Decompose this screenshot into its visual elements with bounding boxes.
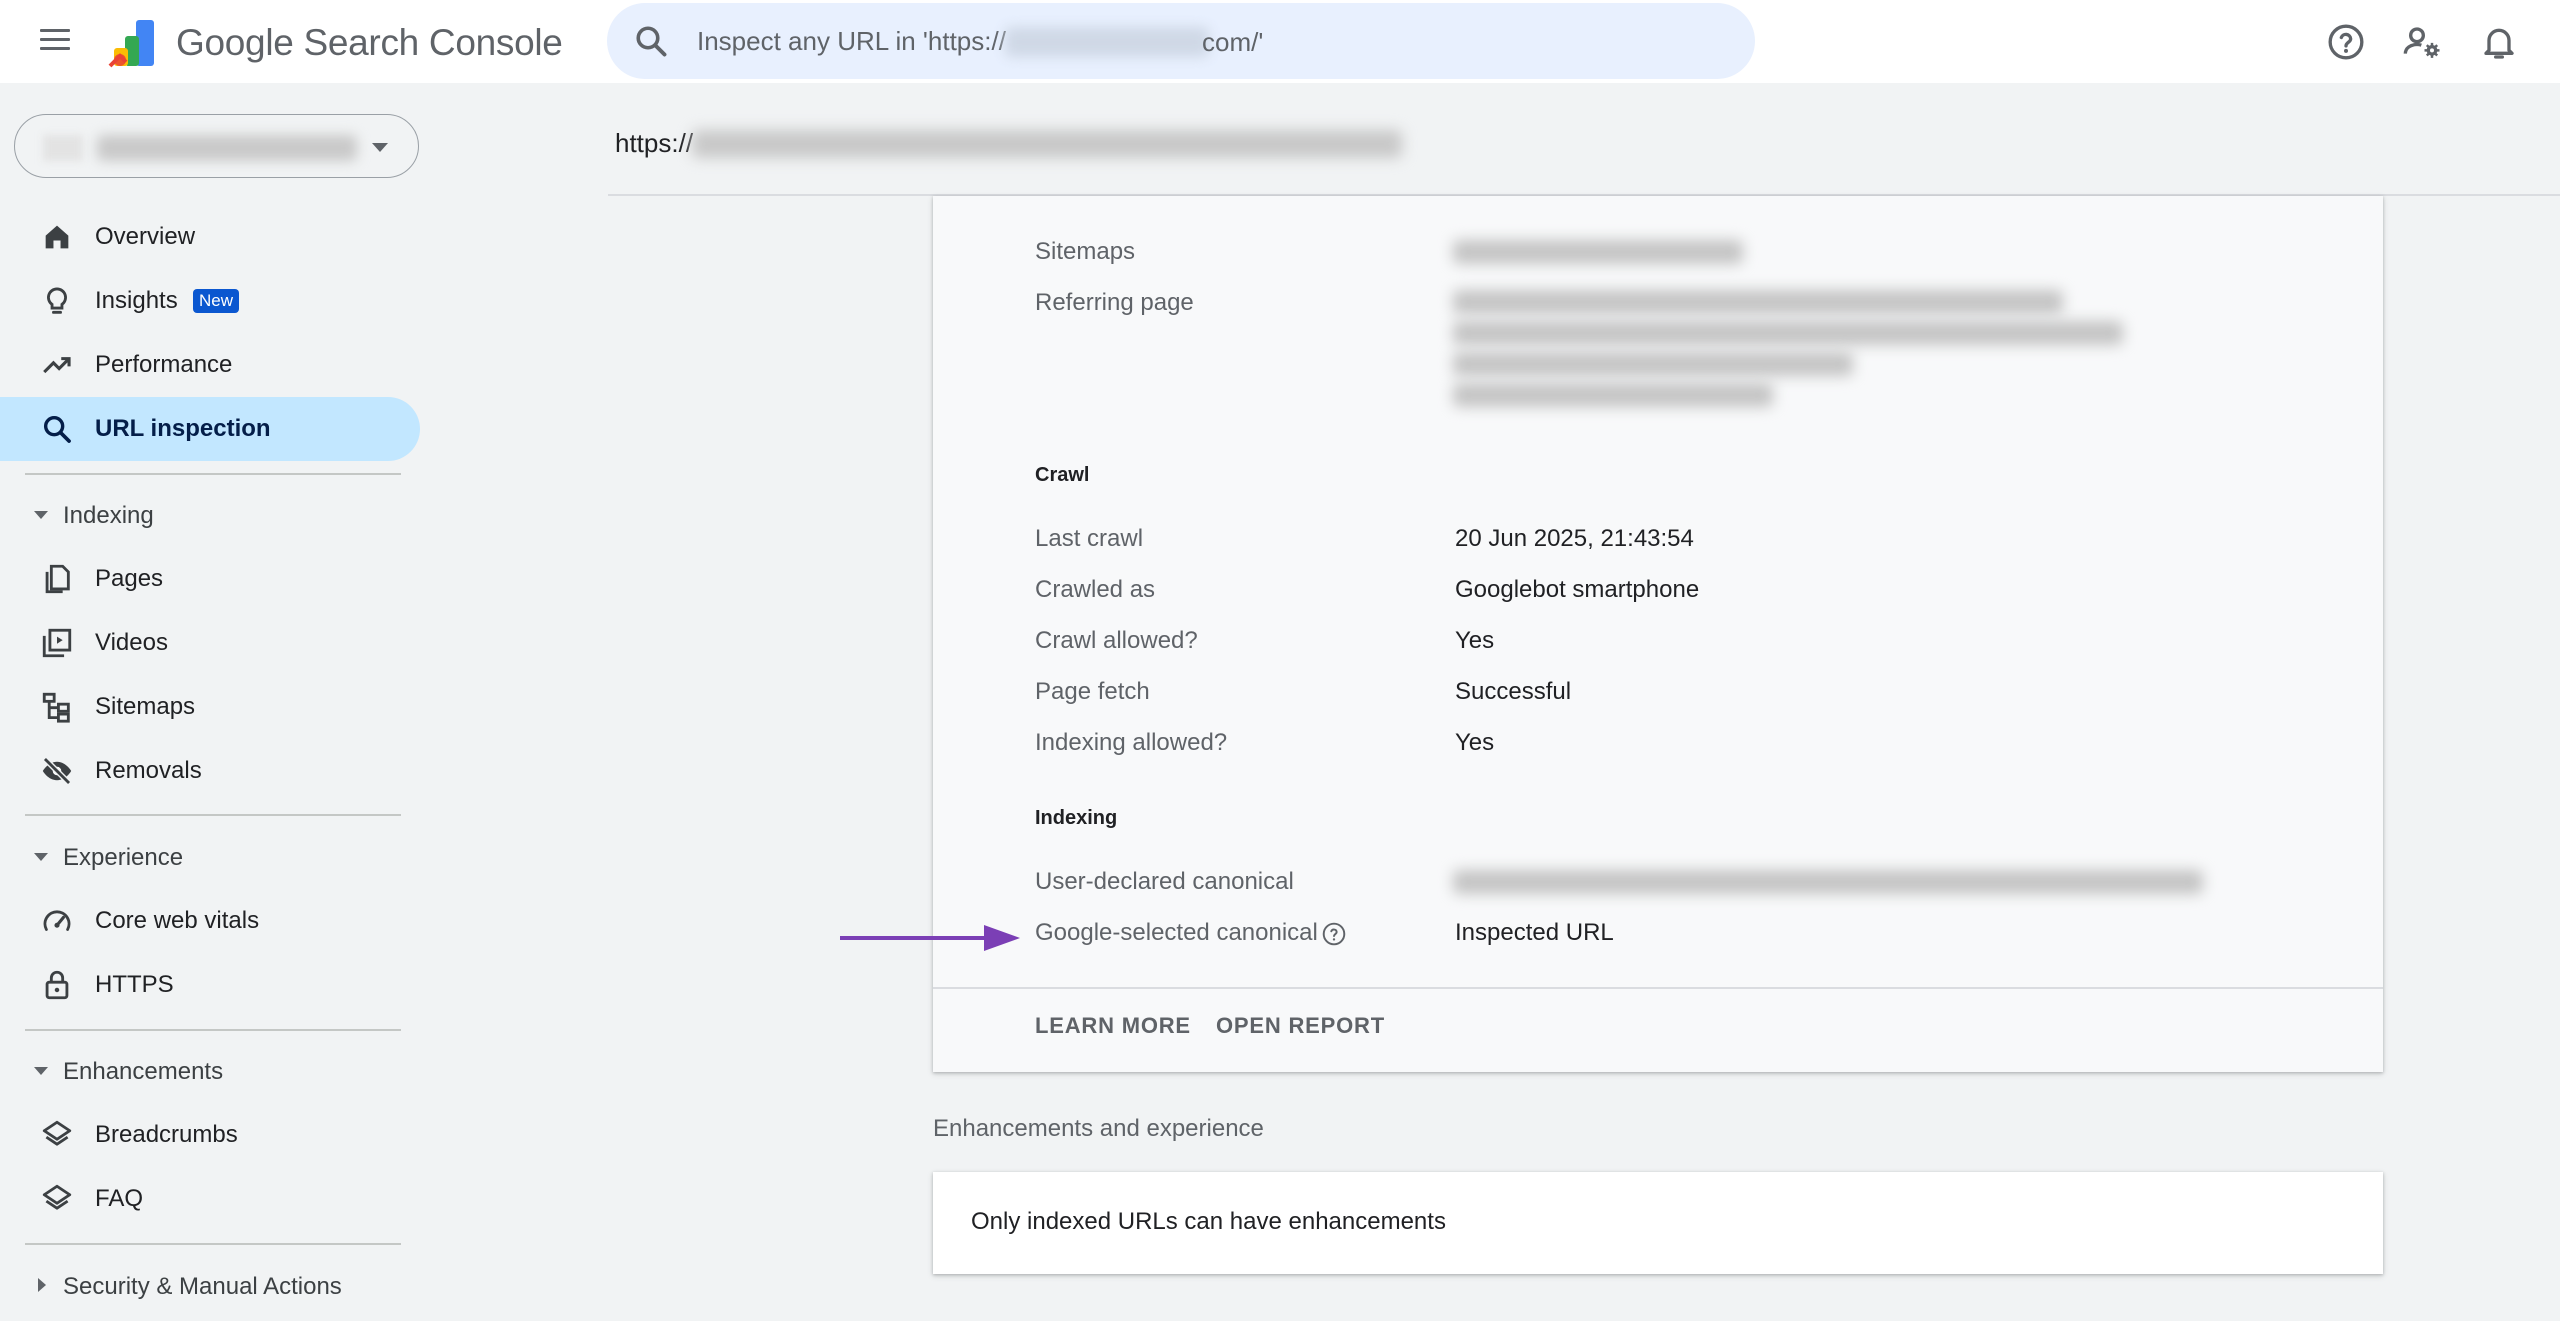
indexing-section-title: Indexing: [1035, 807, 1118, 829]
sidebar-item-label: Performance: [95, 351, 233, 378]
sitemaps-label: Sitemaps: [1035, 238, 1136, 265]
section-toggle-experience[interactable]: Experience: [0, 832, 420, 882]
redacted-user-canonical: [1453, 870, 2203, 894]
section-label: Security & Manual Actions: [63, 1273, 342, 1300]
product-title[interactable]: Google Search Console: [176, 22, 563, 64]
layers-icon: [42, 1184, 72, 1210]
search-console-logo-icon[interactable]: [106, 16, 162, 70]
section-label: Experience: [63, 844, 184, 871]
sidebar-item-removals[interactable]: Removals: [0, 739, 420, 803]
enhancements-section-title: Enhancements and experience: [933, 1115, 1264, 1142]
coverage-details-card: Sitemaps Referring page Crawl Last crawl…: [933, 196, 2383, 1072]
page-fetch-value: Successful: [1455, 678, 1572, 705]
inspected-url[interactable]: https://: [615, 128, 693, 159]
sidebar-item-core-web-vitals[interactable]: Core web vitals: [0, 889, 420, 953]
sidebar-item-label: Insights: [95, 287, 178, 314]
section-toggle-security[interactable]: Security & Manual Actions: [0, 1261, 420, 1311]
search-icon: [43, 415, 71, 443]
section-label: Indexing: [63, 502, 154, 529]
last-crawl-label: Last crawl: [1035, 525, 1144, 552]
redacted-sitemap-value: [1453, 240, 1743, 264]
inspected-url-header: [608, 0, 2560, 196]
sidebar-item-url-inspection[interactable]: URL inspection: [0, 397, 420, 461]
trending-up-icon: [43, 357, 71, 374]
referring-page-label: Referring page: [1035, 289, 1194, 316]
sidebar-item-insights[interactable]: Insights New: [0, 269, 420, 333]
menu-bar: [40, 47, 70, 50]
sidebar-item-label: Pages: [95, 565, 164, 592]
user-declared-canonical-label: User-declared canonical: [1035, 868, 1294, 895]
redacted-property-name: [97, 135, 357, 161]
dropdown-caret-icon: [372, 143, 388, 152]
expand-caret-icon: [34, 511, 48, 519]
property-favicon: [43, 135, 83, 161]
new-badge: New: [193, 289, 240, 313]
redacted-url: [692, 130, 1402, 158]
home-icon: [45, 225, 69, 249]
sidebar-divider: [25, 473, 401, 475]
sidebar-item-https[interactable]: HTTPS: [0, 953, 420, 1017]
last-crawl-value: 20 Jun 2025, 21:43:54: [1455, 525, 1694, 552]
indexing-allowed-label: Indexing allowed?: [1035, 729, 1228, 756]
sidebar-divider: [25, 814, 401, 816]
sidebar-item-pages[interactable]: Pages: [0, 547, 420, 611]
sidebar-item-sitemaps[interactable]: Sitemaps: [0, 675, 420, 739]
annotation-arrow-icon: [840, 925, 1020, 951]
sitemap-icon: [42, 692, 70, 723]
visibility-off-icon: [42, 756, 72, 786]
section-label: Enhancements: [63, 1058, 224, 1085]
sidebar-item-faq[interactable]: FAQ: [0, 1167, 420, 1231]
sidebar-divider: [25, 1029, 401, 1031]
layers-icon: [42, 1120, 72, 1146]
redacted-referring-page: [1453, 321, 2123, 345]
expand-caret-icon: [34, 853, 48, 861]
redacted-referring-page: [1453, 290, 2063, 314]
redacted-referring-page: [1453, 352, 1853, 376]
sidebar-item-label: HTTPS: [95, 971, 174, 998]
section-toggle-indexing[interactable]: Indexing: [0, 490, 420, 540]
crawled-as-label: Crawled as: [1035, 576, 1156, 603]
redacted-referring-page: [1453, 383, 1773, 407]
sidebar-item-label: Overview: [95, 223, 196, 250]
card-actions: LEARN MORE OPEN REPORT: [933, 987, 2383, 1072]
sidebar-item-label: Videos: [95, 629, 168, 656]
menu-bar: [40, 38, 70, 41]
sidebar-item-label: URL inspection: [95, 415, 271, 442]
enhancements-card: Only indexed URLs can have enhancements: [933, 1172, 2383, 1274]
menu-bar: [40, 29, 70, 32]
page-fetch-label: Page fetch: [1035, 678, 1150, 705]
crawl-allowed-label: Crawl allowed?: [1035, 627, 1198, 654]
pages-icon: [45, 564, 70, 594]
sidebar-item-performance[interactable]: Performance: [0, 333, 420, 397]
main-menu-button[interactable]: [34, 23, 78, 59]
lightbulb-icon: [47, 287, 67, 314]
sidebar-item-label: Core web vitals: [95, 907, 260, 934]
sidebar-item-label: Removals: [95, 757, 202, 784]
crawl-section-title: Crawl: [1035, 464, 1090, 486]
lock-icon: [45, 970, 69, 1000]
enhancements-message: Only indexed URLs can have enhancements: [971, 1208, 1446, 1235]
crawled-as-value: Googlebot smartphone: [1455, 576, 1700, 603]
google-selected-canonical-label: Google-selected canonical: [1035, 919, 1318, 946]
sidebar-item-overview[interactable]: Overview: [0, 205, 420, 269]
sidebar-divider: [25, 1243, 401, 1245]
video-library-icon: [42, 628, 72, 658]
google-selected-canonical-value: Inspected URL: [1455, 919, 1614, 946]
help-outline-icon[interactable]: [1321, 921, 1347, 947]
open-report-button[interactable]: OPEN REPORT: [1216, 1013, 1385, 1039]
section-toggle-enhancements[interactable]: Enhancements: [0, 1046, 420, 1096]
discovery-section-title: [1035, 188, 1041, 211]
expand-caret-icon: [34, 1067, 48, 1075]
sidebar-item-label: Breadcrumbs: [95, 1121, 238, 1148]
sidebar-item-videos[interactable]: Videos: [0, 611, 420, 675]
sidebar-item-label: FAQ: [95, 1185, 144, 1212]
learn-more-button[interactable]: LEARN MORE: [1035, 1013, 1191, 1039]
speed-icon: [43, 910, 71, 931]
property-selector[interactable]: [14, 114, 419, 178]
sidebar-item-label: Sitemaps: [95, 693, 196, 720]
crawl-allowed-value: Yes: [1455, 627, 1495, 654]
indexing-allowed-value: Yes: [1455, 729, 1495, 756]
sidebar-item-breadcrumbs[interactable]: Breadcrumbs: [0, 1103, 420, 1167]
collapse-caret-icon: [38, 1278, 46, 1292]
